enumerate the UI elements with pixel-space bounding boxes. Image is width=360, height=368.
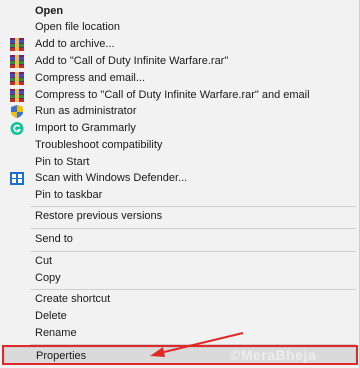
menu-item-troubleshoot-compatibility[interactable]: Troubleshoot compatibility [0,137,356,154]
menu-item-label: Run as administrator [35,105,137,117]
menu-item-label: Open [35,5,64,17]
winrar-icon [10,72,24,85]
menu-item-rename[interactable]: Rename [0,325,356,342]
menu-item-open-file-location[interactable]: Open file location [0,19,356,36]
menu-item-import-to-grammarly[interactable]: Import to Grammarly [0,120,356,137]
menu-item-add-to-archive[interactable]: Add to archive... [0,36,356,53]
menu-item-label: Compress to "Call of Duty Infinite Warfa… [35,89,310,101]
menu-item-label: Add to archive... [35,38,115,50]
menu-item-create-shortcut[interactable]: Create shortcut [0,291,356,308]
winrar-icon [10,38,24,51]
menu-item-label: Copy [35,272,61,284]
menu-item-label: Pin to taskbar [35,189,103,201]
menu-item-compress-and-email[interactable]: Compress and email... [0,70,356,87]
menu-item-cut[interactable]: Cut [0,253,356,270]
menu-item-pin-to-taskbar[interactable]: Pin to taskbar [0,187,356,204]
winrar-icon [10,89,24,102]
menu-item-label: Pin to Start [35,156,90,168]
menu-item-pin-to-start[interactable]: Pin to Start [0,154,356,171]
menu-item-scan-with-defender[interactable]: Scan with Windows Defender... [0,170,356,187]
menu-separator [30,251,356,252]
grammarly-icon [10,122,24,135]
menu-item-compress-to-rar-and-email[interactable]: Compress to "Call of Duty Infinite Warfa… [0,87,356,104]
menu-item-copy[interactable]: Copy [0,270,356,287]
menu-item-open[interactable]: Open [0,3,356,20]
menu-item-delete[interactable]: Delete [0,308,356,325]
annotation-highlight-box [2,345,358,365]
menu-separator [30,289,356,290]
menu-item-label: Restore previous versions [35,210,163,222]
menu-separator [30,206,356,207]
menu-item-send-to[interactable]: Send to [0,231,356,248]
menu-item-label: Troubleshoot compatibility [35,139,163,151]
menu-item-label: Cut [35,255,53,267]
menu-item-run-as-administrator[interactable]: Run as administrator [0,103,356,120]
menu-item-label: Open file location [35,21,120,33]
menu-item-label: Import to Grammarly [35,122,136,134]
menu-item-label: Delete [35,310,67,322]
menu-item-label: Create shortcut [35,293,111,305]
menu-item-label: Add to "Call of Duty Infinite Warfare.ra… [35,55,229,67]
menu-item-restore-previous-versions[interactable]: Restore previous versions [0,208,356,225]
menu-item-label: Send to [35,233,73,245]
menu-separator [30,228,356,229]
context-menu: Open Open file location Add to archive..… [0,0,360,368]
menu-item-label: Rename [35,327,77,339]
menu-item-label: Compress and email... [35,72,146,84]
menu-item-add-to-rar[interactable]: Add to "Call of Duty Infinite Warfare.ra… [0,53,356,70]
menu-item-label: Scan with Windows Defender... [35,172,188,184]
uac-shield-icon [10,105,24,118]
winrar-icon [10,55,24,68]
windows-defender-icon [10,172,24,185]
